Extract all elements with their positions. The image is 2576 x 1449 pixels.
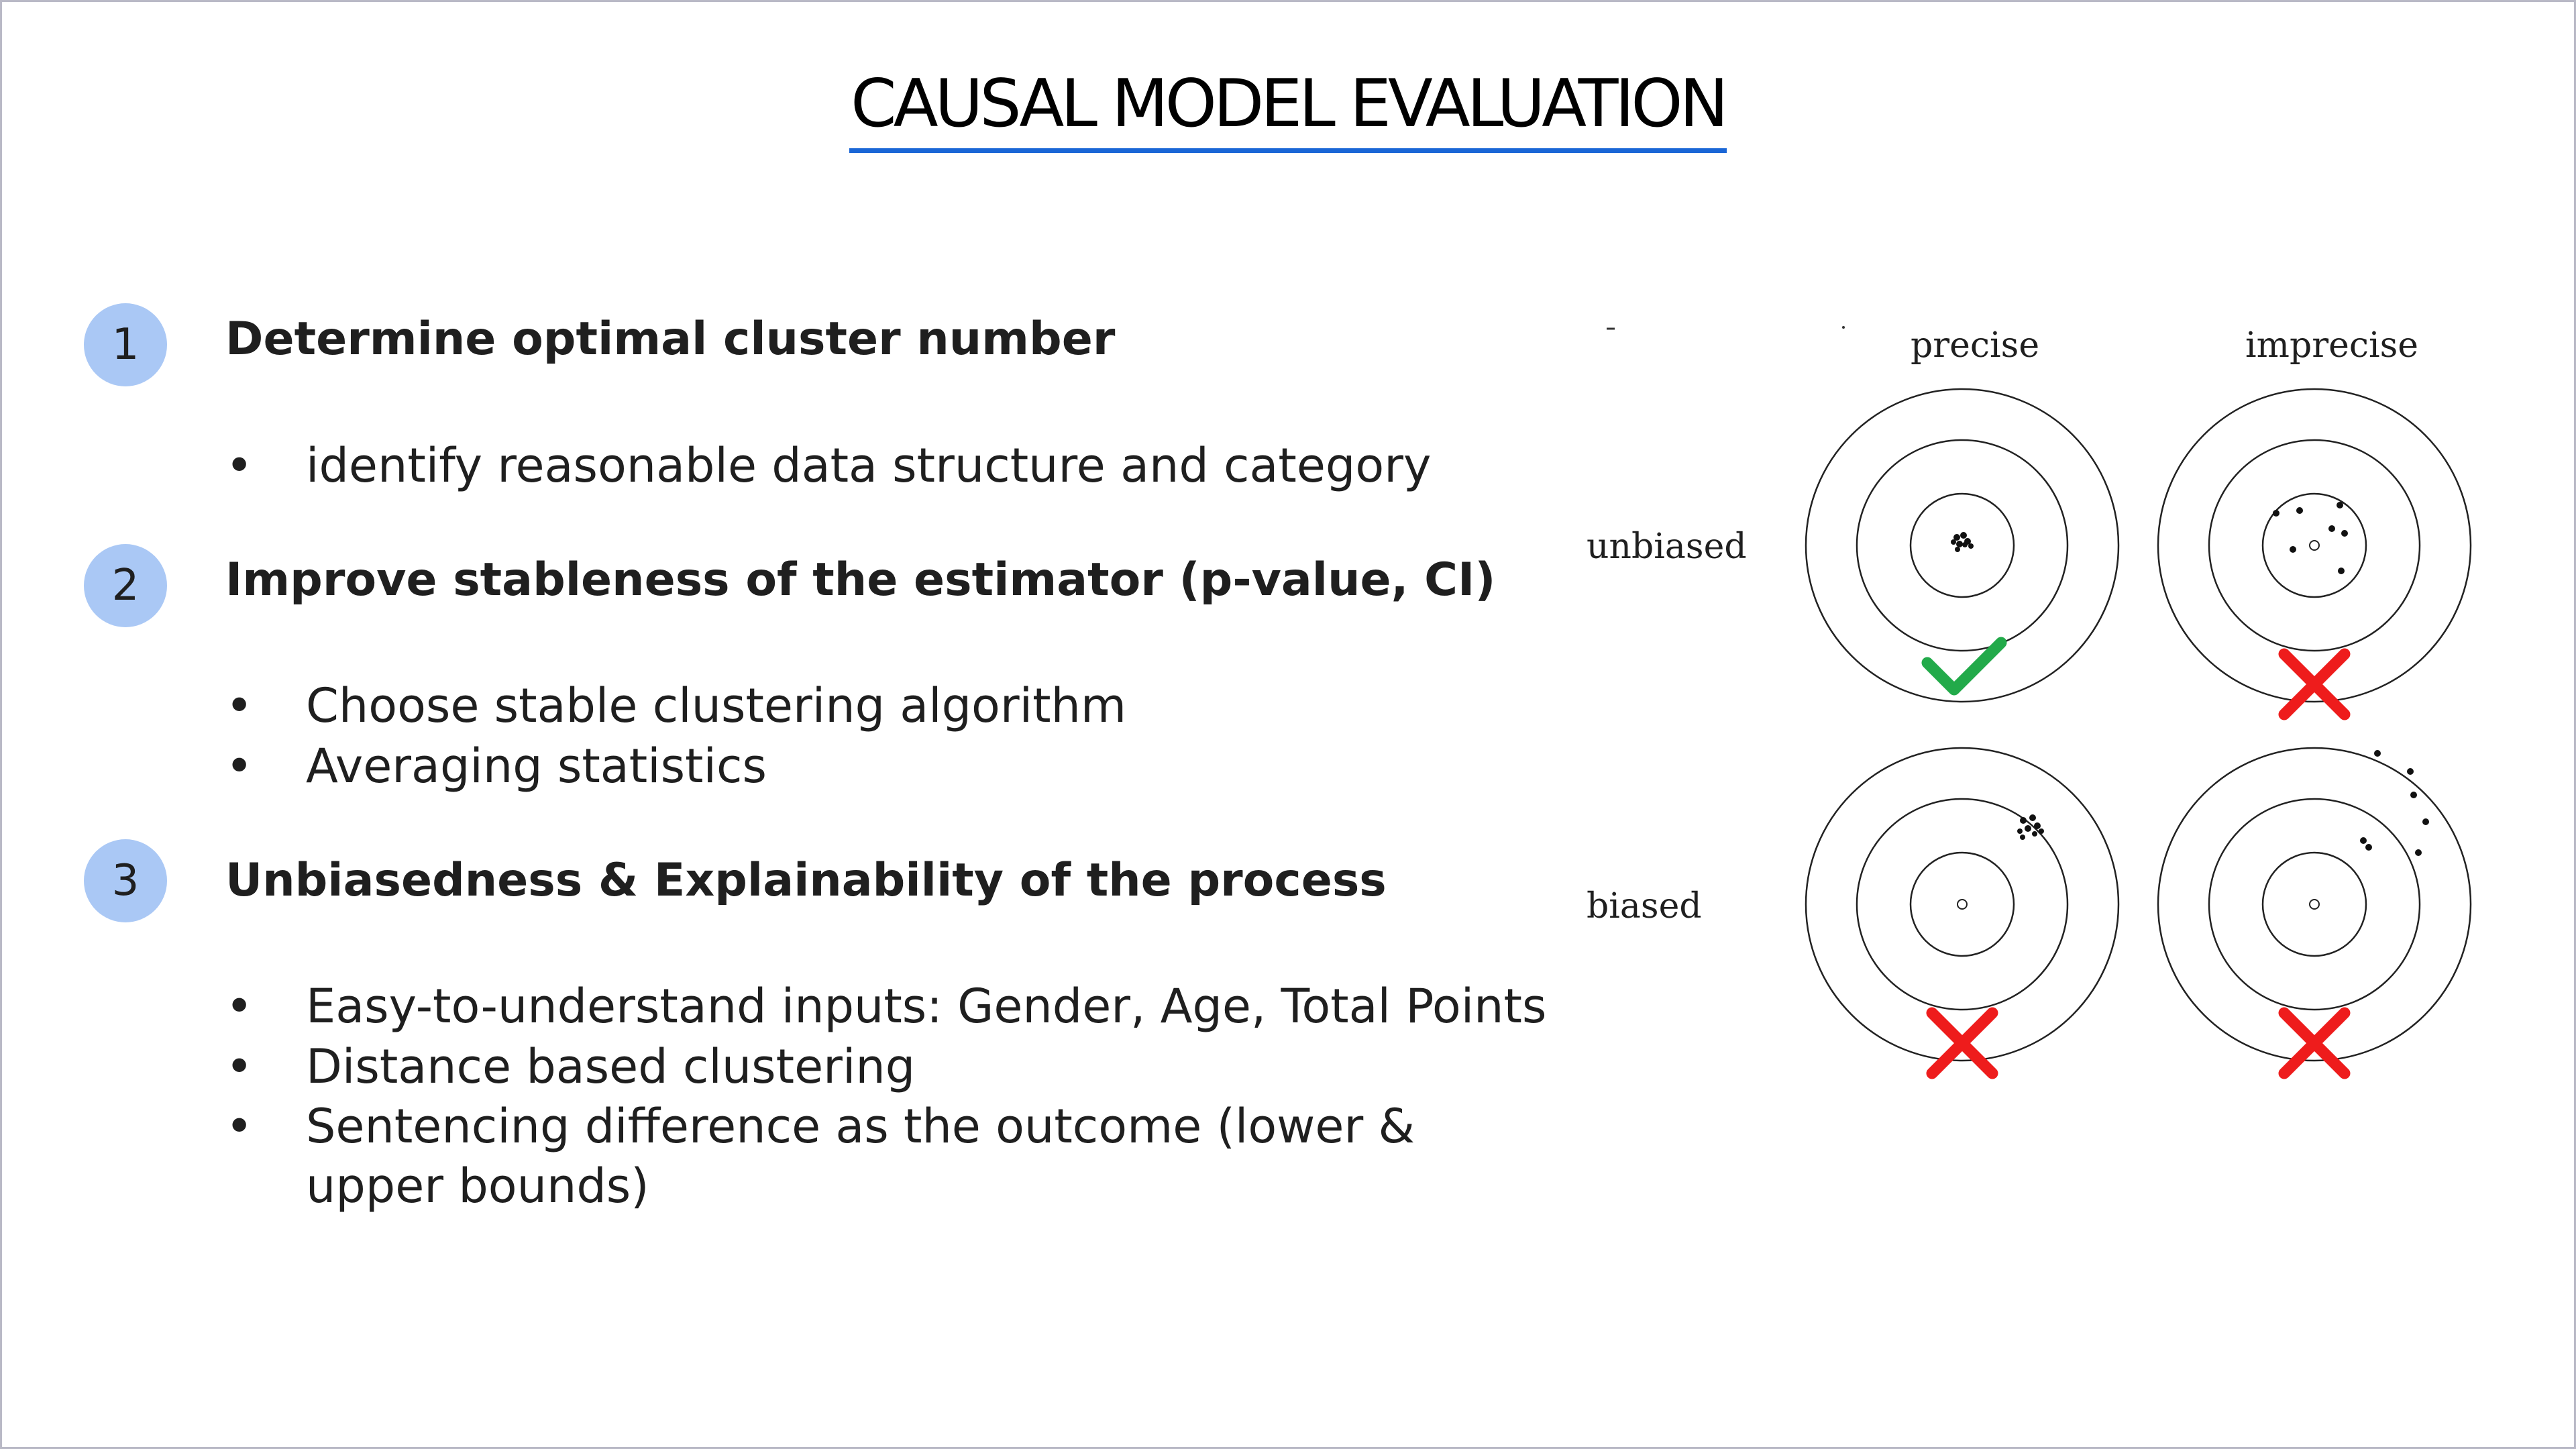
middle-ring: [2208, 439, 2421, 652]
inner-ring: [2261, 492, 2367, 598]
bullseye: [1957, 899, 1968, 910]
page-title-text: CAUSAL MODEL EVALUATION: [849, 64, 1729, 153]
target-unbiased-precise: [1805, 388, 2120, 703]
bullseye: [2309, 899, 2320, 910]
bullet-dot: •: [225, 438, 254, 493]
bullet-text: Sentencing difference as the outcome (lo…: [306, 1099, 1415, 1154]
bullet-dot: •: [225, 739, 254, 794]
outer-ring: [2157, 747, 2472, 1062]
shot-cluster: [2017, 814, 2044, 840]
slide: CAUSAL MODEL EVALUATION 1 Determine opti…: [0, 0, 2576, 1449]
section-1-heading: Determine optimal cluster number: [225, 313, 1116, 366]
section-1-badge: 1: [84, 303, 167, 386]
bullet-dot: •: [225, 1099, 254, 1154]
targets-svg: [1607, 326, 2472, 1079]
section-3-heading: Unbiasedness & Explainability of the pro…: [225, 854, 1387, 907]
cross-icon: [2278, 1007, 2351, 1079]
bullet-dot: •: [225, 979, 254, 1034]
target-diagram: precise imprecise unbiased biased: [1565, 297, 2504, 1089]
shot-scatter: [2273, 502, 2348, 574]
shot-scatter: [2360, 750, 2429, 856]
bullet-text: Averaging statistics: [306, 739, 767, 794]
section-2-heading: Improve stableness of the estimator (p-v…: [225, 553, 1496, 606]
section-1-number: 1: [111, 320, 140, 370]
page-title: CAUSAL MODEL EVALUATION: [2, 64, 2574, 153]
outer-ring: [2157, 388, 2472, 703]
bullet-text: upper bounds): [306, 1159, 649, 1214]
target-biased-imprecise: [2157, 747, 2472, 1062]
section-2-badge: 2: [84, 544, 167, 627]
cross-icon: [2278, 648, 2351, 720]
bullet-dot: •: [225, 1039, 254, 1094]
section-3-number: 3: [111, 856, 140, 906]
cross-icon: [1926, 1007, 1998, 1079]
outer-ring: [1805, 747, 2120, 1062]
inner-ring: [2261, 851, 2367, 957]
section-3-badge: 3: [84, 839, 167, 922]
shot-cluster: [1951, 532, 1974, 552]
bullet-text: identify reasonable data structure and c…: [306, 438, 1432, 493]
check-icon: [1921, 637, 2007, 696]
target-biased-precise: [1805, 747, 2120, 1062]
bullet-text: Distance based clustering: [306, 1039, 916, 1094]
bullet-text: Choose stable clustering algorithm: [306, 678, 1127, 733]
stray-dot: [1842, 326, 1845, 329]
bullet-dot: •: [225, 678, 254, 733]
section-2-number: 2: [111, 561, 140, 610]
target-unbiased-imprecise: [2157, 388, 2472, 703]
bullet-text: Easy-to-understand inputs: Gender, Age, …: [306, 979, 1547, 1034]
inner-ring: [1909, 851, 2015, 957]
middle-ring: [2208, 798, 2421, 1011]
middle-ring: [1856, 798, 2069, 1011]
bullseye: [2309, 540, 2320, 551]
